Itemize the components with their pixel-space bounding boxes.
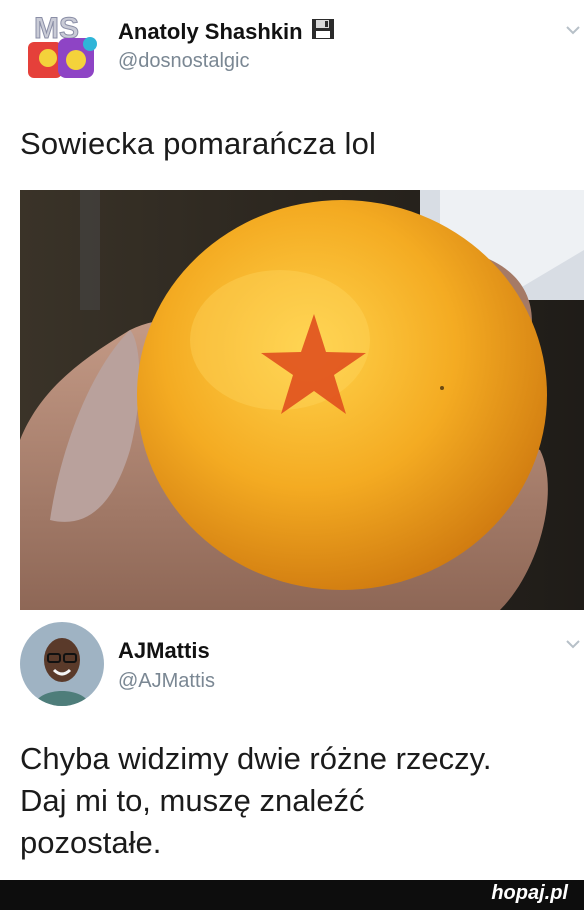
reply-text-line: pozostałe.	[20, 825, 162, 860]
reply-text: Chyba widzimy dwie różne rzeczy. Daj mi …	[20, 738, 580, 864]
tweet-text: Sowiecka pomarańcza lol	[20, 126, 377, 161]
footer-bar: hopaj.pl	[0, 880, 584, 910]
watermark-logo: hopaj.pl	[491, 882, 568, 904]
reply-author-name[interactable]: AJMattis	[118, 638, 210, 664]
reply-header: AJMattis @AJMattis	[0, 610, 584, 720]
reply-text-line: Daj mi to, muszę znaleźć	[20, 783, 365, 818]
chevron-down-icon[interactable]	[566, 636, 580, 649]
avatar[interactable]	[20, 622, 104, 706]
floppy-disk-icon	[311, 18, 335, 46]
tweet-header: MS Anatoly Shashkin @dosnostalgic	[0, 0, 584, 100]
reply-text-line: Chyba widzimy dwie różne rzeczy.	[20, 741, 492, 776]
avatar[interactable]: MS	[24, 8, 100, 88]
reply-author-handle[interactable]: @AJMattis	[118, 670, 215, 693]
author-name[interactable]: Anatoly Shashkin	[118, 18, 335, 46]
tweet-photo[interactable]	[20, 190, 584, 610]
author-handle[interactable]: @dosnostalgic	[118, 50, 249, 73]
chevron-down-icon[interactable]	[566, 22, 580, 35]
